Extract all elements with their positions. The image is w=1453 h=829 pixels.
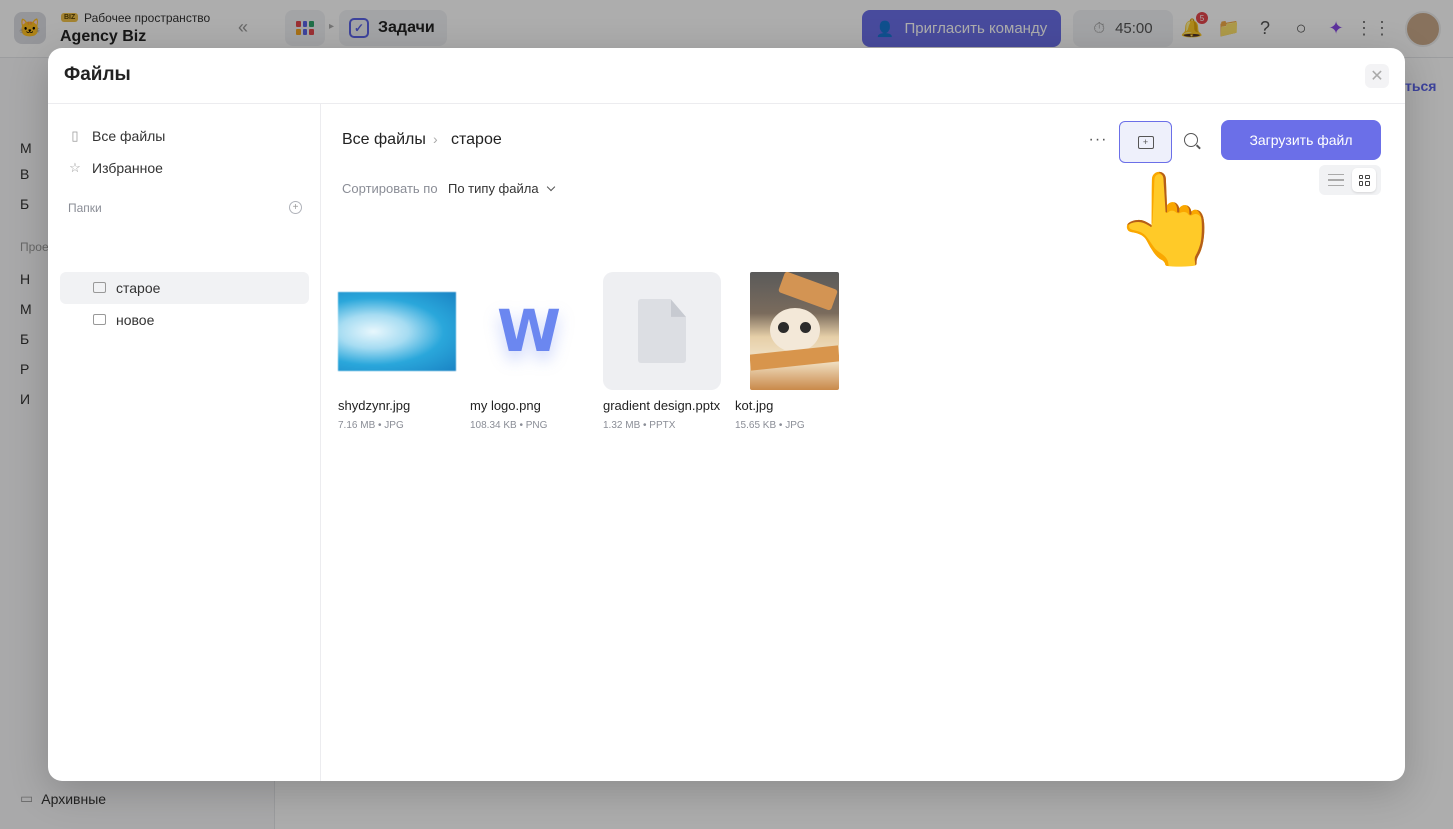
folder-icon <box>93 282 106 293</box>
file-meta: 1.32 MB • PPTX <box>603 420 676 431</box>
file-name: gradient design.pptx <box>603 398 721 413</box>
breadcrumb-root[interactable]: Все файлы <box>342 131 426 149</box>
chevron-right-icon: › <box>433 131 438 147</box>
sidebar-item-favorites[interactable]: ☆ Избранное <box>68 158 163 178</box>
view-toggle <box>1319 165 1381 195</box>
files-main: Все файлы › старое ··· + Загрузить файл … <box>322 104 1405 781</box>
search-button[interactable] <box>1182 131 1202 151</box>
grid-icon <box>1358 174 1370 186</box>
breadcrumb-current: старое <box>451 131 502 148</box>
file-meta: 108.34 KB • PNG <box>470 420 548 431</box>
cat-photo <box>749 272 839 390</box>
file-name: shydzynr.jpg <box>338 398 411 413</box>
blue-blur-image <box>338 291 456 371</box>
new-folder-button[interactable]: + <box>1119 121 1172 163</box>
more-dots-icon: ··· <box>1088 131 1108 148</box>
folder-icon <box>93 314 106 325</box>
folder-label: старое <box>116 280 161 296</box>
upload-file-button[interactable]: Загрузить файл <box>1221 120 1381 160</box>
file-name: kot.jpg <box>735 398 774 413</box>
file-meta: 15.65 KB • JPG <box>735 420 805 431</box>
file-thumbnail <box>735 272 853 390</box>
favorites-label: Избранное <box>92 160 163 176</box>
folder-plus-icon: + <box>1137 135 1154 149</box>
grid-view-button[interactable] <box>1352 168 1376 192</box>
modal-title: Файлы <box>64 64 131 85</box>
more-options-button[interactable]: ··· <box>1084 128 1112 152</box>
all-files-label: Все файлы <box>92 128 166 144</box>
close-icon: ✕ <box>1370 68 1384 85</box>
folder-label: новое <box>116 312 155 328</box>
file-meta: 7.16 MB • JPG <box>338 420 404 431</box>
document-icon <box>638 299 686 363</box>
files-sidebar: ▯ Все файлы ☆ Избранное Папки + старое н… <box>48 104 321 781</box>
sort-label: Сортировать по <box>342 181 438 196</box>
folder-item-old[interactable]: старое <box>60 272 309 304</box>
pointing-hand-icon: 👆 <box>1113 170 1226 270</box>
sort-dropdown[interactable]: По типу файла <box>448 181 555 196</box>
files-modal: Файлы ✕ ▯ Все файлы ☆ Избранное Папки + … <box>48 48 1405 781</box>
folders-section-label: Папки <box>68 201 102 215</box>
file-thumbnail: W <box>470 272 588 390</box>
w-logo-image: W <box>497 297 561 365</box>
file-name: my logo.png <box>470 398 541 413</box>
sidebar-item-all-files[interactable]: ▯ Все файлы <box>68 126 165 146</box>
add-folder-icon[interactable]: + <box>289 201 302 214</box>
close-button[interactable]: ✕ <box>1365 64 1389 88</box>
modal-header: Файлы ✕ <box>48 48 1405 104</box>
sort-value: По типу файла <box>448 181 539 196</box>
star-icon: ☆ <box>69 160 81 175</box>
file-icon: ▯ <box>71 128 79 143</box>
file-thumbnail <box>338 272 456 390</box>
folder-item-new[interactable]: новое <box>60 304 309 336</box>
chevron-down-icon <box>546 182 555 191</box>
list-view-button[interactable] <box>1328 172 1344 188</box>
file-thumbnail <box>603 272 721 390</box>
